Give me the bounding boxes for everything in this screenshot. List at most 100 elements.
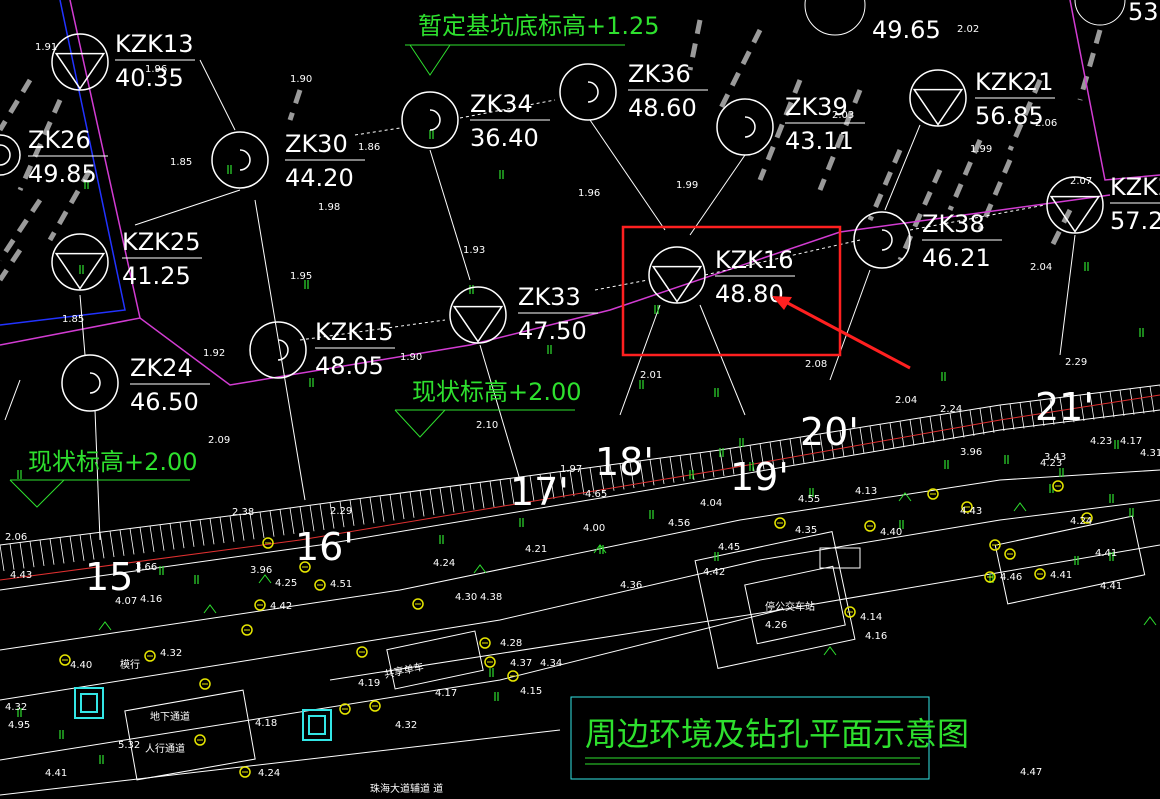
elevation-reading: 4.14	[860, 612, 882, 623]
borehole-kzk16: KZK16 48.80	[648, 246, 795, 308]
partial-right-top: 53	[1128, 0, 1159, 26]
borehole-circle	[249, 321, 307, 379]
elevation-reading: 4.43	[960, 506, 982, 517]
hatch-tick	[1019, 402, 1025, 429]
borehole-circle	[716, 98, 774, 156]
current-level-label-2: 现状标高+2.00	[28, 448, 198, 476]
elevation-reading: 2.29	[330, 506, 352, 517]
elevation-reading: 2.02	[957, 24, 979, 35]
elevation-reading: 1.85	[170, 157, 192, 168]
hatch-tick	[889, 422, 895, 449]
elevation-reading: 4.41	[45, 768, 67, 779]
hatch-tick	[989, 406, 995, 433]
hatch-tick	[269, 510, 275, 537]
elevation-reading: 4.40	[880, 527, 902, 538]
elevation-reading: 1.98	[318, 202, 340, 213]
partial-elev-top: 49.65	[872, 16, 941, 44]
elevation-reading: 4.15	[520, 686, 542, 697]
hatch-tick	[1099, 392, 1105, 419]
elevation-reading: 4.32	[395, 720, 417, 731]
borehole-zk24: ZK24 46.50	[61, 354, 210, 416]
elevation-reading: 5.32	[118, 740, 140, 751]
elevation-reading: 4.31	[1140, 448, 1160, 459]
hatch-tick	[369, 497, 375, 524]
green-caret	[203, 604, 217, 614]
elevation-reading: 4.41	[1095, 548, 1117, 559]
borehole-circle	[648, 246, 706, 304]
hatch-tick	[229, 515, 235, 542]
section-mark-20: 20'	[800, 410, 859, 454]
hatch-tick	[129, 528, 135, 555]
elevation-reading: 4.95	[8, 720, 30, 731]
hatch-tick	[969, 409, 975, 437]
hatch-tick	[879, 424, 885, 451]
hatch-tick	[949, 413, 955, 440]
road-lines	[0, 384, 1160, 796]
elevation-reading: 4.37	[510, 658, 532, 669]
hatch-tick	[679, 455, 685, 482]
hatch-tick	[39, 539, 45, 566]
elevation-reading: 1.96	[145, 64, 167, 75]
elevation-reading: 4.47	[1020, 767, 1042, 778]
drawing-title: 周边环境及钻孔平面示意图	[585, 715, 969, 753]
borehole-kzk21: KZK21 56.85	[909, 68, 1055, 130]
borehole-zk34: ZK34 36.40	[401, 90, 550, 152]
drawing-canvas: KZK1340.35ZK2649.85ZK3044.20ZK3436.40ZK3…	[0, 0, 1160, 796]
borehole-arc	[587, 81, 599, 103]
borehole-name: KZK15	[315, 318, 393, 346]
hatch-tick	[139, 527, 145, 554]
borehole-name: ZK24	[130, 354, 193, 382]
elevation-reading: 4.04	[700, 498, 722, 509]
pit-bottom-label: 暂定基坑底标高+1.25	[418, 12, 660, 40]
borehole-zk39: ZK3943.11	[716, 93, 865, 156]
hatch-tick	[899, 421, 905, 448]
elevation-reading: 4.42	[703, 567, 725, 578]
hatch-tick	[149, 525, 155, 553]
hatch-tick	[359, 498, 365, 525]
hatch-tick	[1119, 389, 1125, 417]
hatch-tick	[459, 484, 465, 512]
hatch-tick	[0, 544, 5, 572]
elevation-reading: 2.38	[232, 507, 254, 518]
elevation-reading: 1.99	[970, 144, 992, 155]
borehole-arc	[881, 229, 893, 251]
green-caret	[823, 646, 837, 656]
hatch-tick	[1129, 388, 1135, 415]
hatch-tick	[389, 494, 395, 521]
elevation-reading: 4.00	[583, 523, 605, 534]
borehole-zk26: ZK26 49.85	[0, 126, 108, 188]
hatch-tick	[79, 534, 85, 561]
hatch-tick	[289, 507, 295, 535]
hatch-tick	[259, 511, 265, 539]
green-caret	[473, 564, 487, 574]
borehole-name: ZK30	[285, 130, 348, 158]
elevation-reading: 4.17	[435, 688, 457, 699]
hatch-tick	[189, 520, 195, 547]
borehole-elevation: 46.21	[922, 244, 991, 272]
hatch-tick	[939, 414, 945, 441]
hatch-tick	[119, 529, 125, 556]
borehole-triangle	[912, 88, 964, 126]
hatch-tick	[179, 522, 185, 549]
borehole-circle	[51, 233, 109, 291]
elevation-reading: 1.96	[578, 188, 600, 199]
borehole-elevation: 48.60	[628, 94, 697, 122]
borehole-name: KZK13	[115, 30, 193, 58]
section-mark-17: 17'	[510, 470, 569, 514]
elevation-reading: 2.01	[640, 370, 662, 381]
elevation-reading: 4.24	[258, 768, 280, 779]
section-mark-21: 21'	[1035, 385, 1094, 429]
elevation-reading: 4.07	[115, 596, 137, 607]
elevation-reading: 2.29	[1065, 357, 1087, 368]
elevation-reading: 3.66	[135, 562, 157, 573]
elevation-reading: 4.46	[1000, 572, 1022, 583]
hatch-tick	[109, 530, 115, 558]
underpass-label: 地下通道	[150, 710, 190, 723]
hatch-tick	[699, 452, 705, 479]
borehole-circle	[211, 131, 269, 189]
borehole-zk30: ZK30 44.20	[211, 130, 365, 192]
elevation-reading: 4.24	[433, 558, 455, 569]
elevation-reading: 2.08	[805, 359, 827, 370]
section-mark-18: 18'	[595, 440, 654, 484]
hatch-tick	[1139, 387, 1145, 414]
